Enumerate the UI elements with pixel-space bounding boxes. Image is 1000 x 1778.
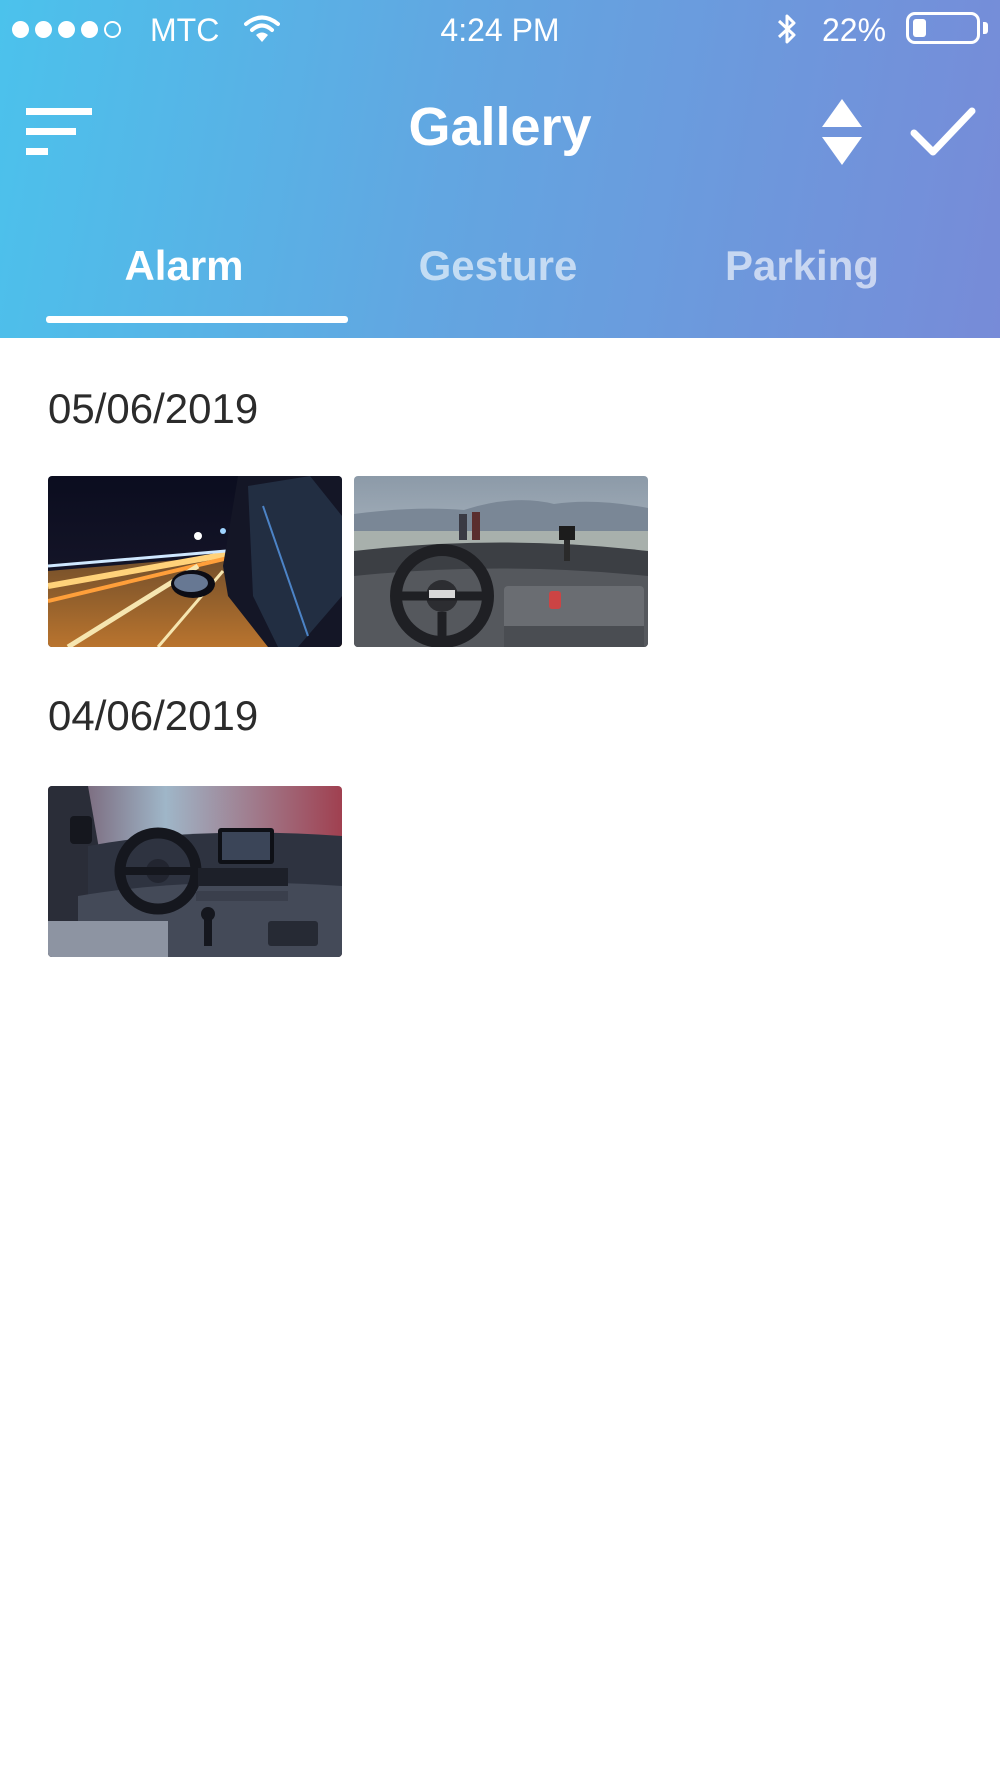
battery-cap xyxy=(983,22,988,34)
thumbnail-truck-dashboard[interactable] xyxy=(354,476,648,647)
app-header: MTC 4:24 PM 22% Gallery Alarm Gesture Pa… xyxy=(0,0,1000,338)
tab-alarm[interactable]: Alarm xyxy=(88,242,280,290)
tab-parking[interactable]: Parking xyxy=(700,242,904,290)
bluetooth-icon xyxy=(775,12,799,54)
active-tab-indicator xyxy=(46,316,348,323)
section-date: 05/06/2019 xyxy=(48,385,259,432)
checkmark-icon[interactable] xyxy=(910,105,976,159)
section-date: 04/06/2019 xyxy=(48,692,259,739)
tab-gesture[interactable]: Gesture xyxy=(398,242,598,290)
battery-icon xyxy=(906,12,980,44)
thumbnail-van-interior[interactable] xyxy=(48,786,342,957)
battery-percent: 22% xyxy=(822,12,887,48)
sort-icon[interactable] xyxy=(820,99,864,165)
thumbnail-night-highway[interactable] xyxy=(48,476,342,647)
status-bar: MTC 4:24 PM 22% xyxy=(0,0,1000,60)
